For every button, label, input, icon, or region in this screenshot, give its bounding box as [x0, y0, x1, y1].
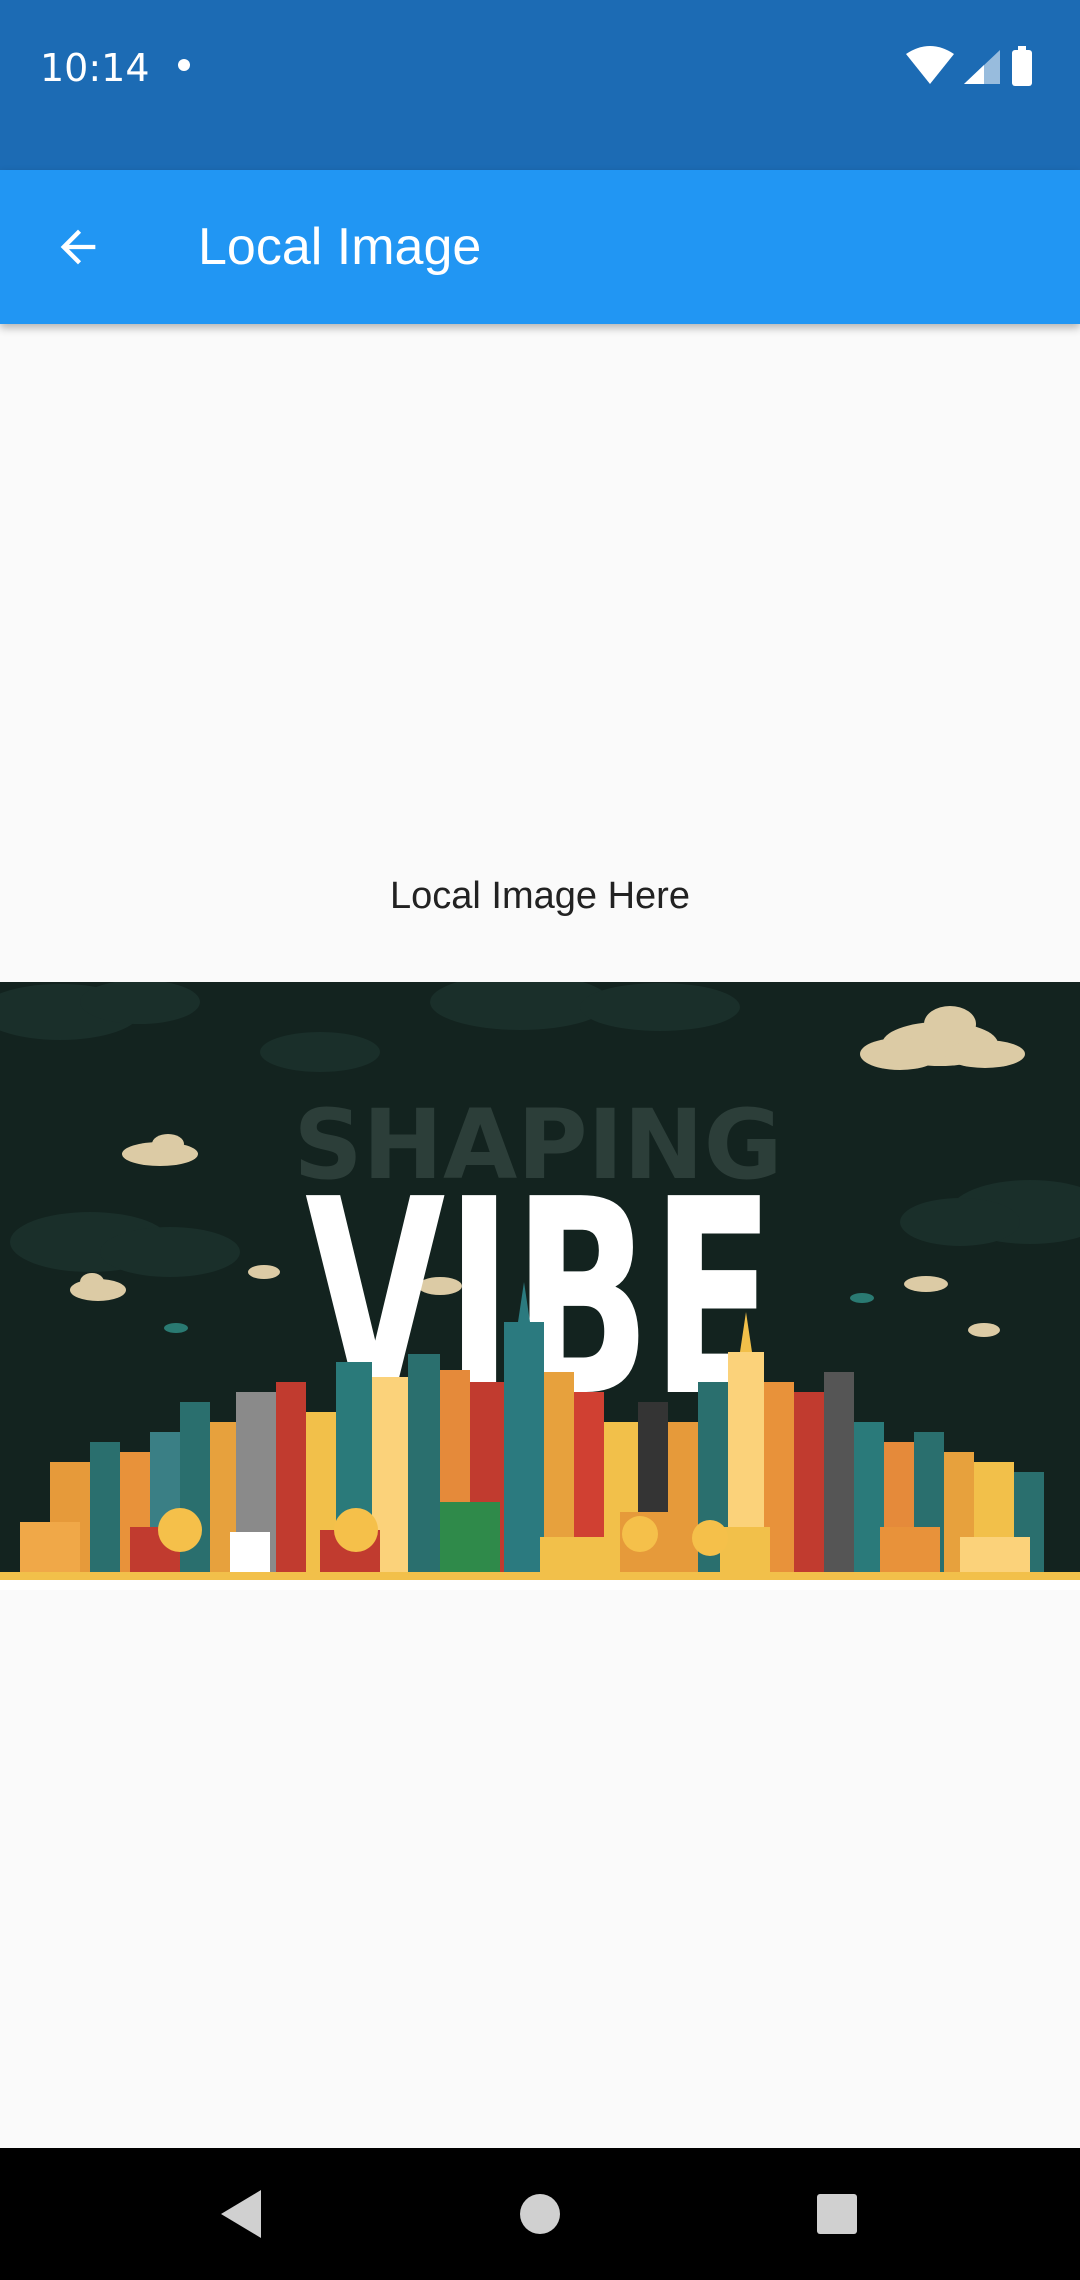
nav-back-button[interactable] — [205, 2178, 277, 2250]
status-time: 10:14 — [40, 46, 150, 90]
app-bar: Local Image — [0, 170, 1080, 324]
city-skyline-illustration: SHAPING VIBE — [0, 982, 1080, 1590]
nav-recents-button[interactable] — [801, 2178, 873, 2250]
content-area: Local Image Here SHAPING VIBE — [0, 324, 1080, 2148]
wifi-icon — [906, 46, 954, 84]
local-image: SHAPING VIBE — [0, 982, 1080, 1590]
page-title: Local Image — [198, 218, 482, 276]
arrow-back-icon — [60, 229, 96, 265]
status-bar: 10:14 — [0, 0, 1080, 170]
nav-home-button[interactable] — [504, 2178, 576, 2250]
home-circle-icon — [520, 2194, 560, 2234]
battery-icon — [1012, 46, 1032, 86]
status-icons — [906, 46, 1032, 86]
cellular-signal-icon — [964, 50, 1000, 84]
back-button[interactable] — [36, 205, 120, 289]
back-triangle-icon — [221, 2190, 261, 2238]
image-caption: Local Image Here — [390, 875, 690, 917]
recents-square-icon — [817, 2194, 857, 2234]
notification-dot-icon — [178, 59, 190, 71]
system-nav-bar — [0, 2148, 1080, 2280]
